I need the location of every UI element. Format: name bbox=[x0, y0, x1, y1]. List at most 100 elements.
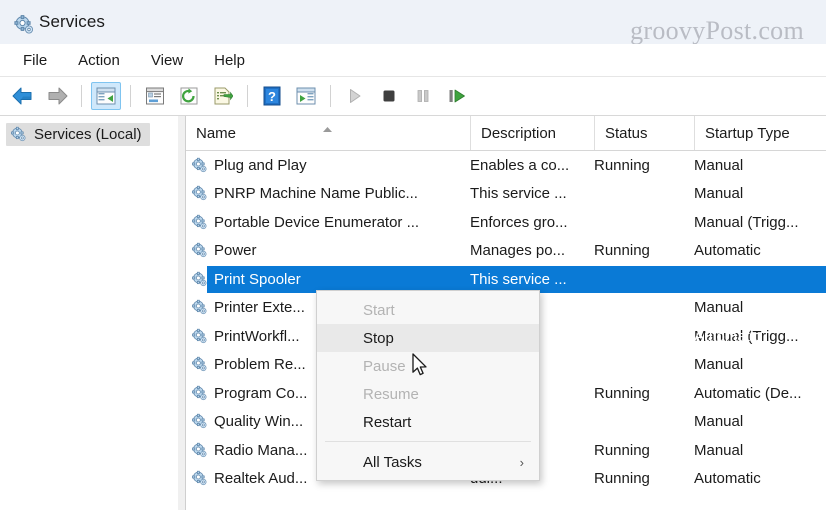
row-name-cell: PNRP Machine Name Public... bbox=[186, 180, 418, 209]
service-startup-type: Automatic bbox=[694, 470, 761, 488]
service-startup-type: Manual bbox=[694, 413, 744, 431]
service-startup-type: Manual bbox=[694, 185, 744, 203]
back-icon[interactable] bbox=[8, 82, 38, 110]
service-gear-icon bbox=[191, 470, 208, 487]
service-name: Printer Exte... bbox=[214, 299, 305, 317]
pause-service-icon[interactable] bbox=[408, 82, 438, 110]
service-name: PrintWorkfl... bbox=[214, 327, 300, 345]
menu-file[interactable]: File bbox=[10, 48, 60, 73]
service-startup-type: Manual bbox=[694, 156, 744, 174]
title-bar: Services groovyPost.com bbox=[0, 0, 826, 45]
restart-service-icon[interactable] bbox=[442, 82, 472, 110]
row-name-cell: Realtek Aud... bbox=[186, 465, 307, 494]
service-gear-icon bbox=[191, 157, 208, 174]
refresh-icon[interactable] bbox=[174, 82, 204, 110]
service-status: Running bbox=[594, 441, 650, 459]
service-status: Running bbox=[594, 470, 650, 488]
services-gear-icon bbox=[10, 126, 27, 143]
chevron-right-icon: › bbox=[519, 454, 524, 470]
toolbar: ? bbox=[0, 77, 826, 116]
context-menu-item-restart[interactable]: Restart bbox=[317, 408, 539, 436]
export-list-icon[interactable] bbox=[208, 82, 238, 110]
properties-icon[interactable] bbox=[140, 82, 170, 110]
context-menu-separator bbox=[325, 441, 531, 442]
menu-bar: File Action View Help bbox=[0, 44, 826, 77]
menu-action[interactable]: Action bbox=[65, 48, 133, 73]
forward-icon[interactable] bbox=[42, 82, 72, 110]
context-menu-item-pause: Pause bbox=[317, 352, 539, 380]
service-startup-type: Manual (Trigg... bbox=[694, 213, 799, 231]
table-row[interactable]: PNRP Machine Name Public... This service … bbox=[186, 180, 826, 209]
service-name: Print Spooler bbox=[214, 270, 301, 288]
service-gear-icon bbox=[191, 328, 208, 345]
context-menu-item-label: Pause bbox=[363, 357, 406, 375]
service-gear-icon bbox=[191, 185, 208, 202]
table-row[interactable]: Portable Device Enumerator ... Enforces g… bbox=[186, 208, 826, 237]
tree-item-services-local[interactable]: Services (Local) bbox=[6, 123, 150, 146]
stop-service-icon[interactable] bbox=[374, 82, 404, 110]
service-name: PNRP Machine Name Public... bbox=[214, 185, 418, 203]
table-row[interactable]: Power Manages po... Running Automatic bbox=[186, 237, 826, 266]
service-description: This service ... bbox=[470, 185, 567, 203]
column-header-startup-type[interactable]: Startup Type bbox=[694, 116, 826, 150]
pane-splitter[interactable] bbox=[178, 116, 186, 510]
row-name-cell: Quality Win... bbox=[186, 408, 303, 437]
context-menu-item-resume: Resume bbox=[317, 380, 539, 408]
column-header-status[interactable]: Status bbox=[594, 116, 694, 150]
watermark: groovyPost.com bbox=[630, 16, 804, 45]
context-menu-item-label: Start bbox=[363, 301, 395, 319]
service-gear-icon bbox=[191, 214, 208, 231]
service-name: Problem Re... bbox=[214, 356, 306, 374]
row-name-cell: Radio Mana... bbox=[186, 436, 307, 465]
context-menu-item-label: All Tasks bbox=[363, 453, 422, 471]
toolbar-separator-2 bbox=[130, 85, 131, 107]
service-gear-icon bbox=[191, 413, 208, 430]
service-startup-type: Manual bbox=[694, 356, 744, 374]
toolbar-separator-4 bbox=[330, 85, 331, 107]
context-menu-item-label: Restart bbox=[363, 413, 412, 431]
tree-item-label: Services (Local) bbox=[34, 126, 142, 143]
service-description: Manages po... bbox=[470, 242, 566, 260]
service-status: Running bbox=[594, 299, 650, 317]
context-menu-item-label: Stop bbox=[363, 329, 394, 347]
service-startup-type: Manual bbox=[694, 441, 744, 459]
toolbar-separator-3 bbox=[247, 85, 248, 107]
row-name-cell: Problem Re... bbox=[186, 351, 306, 380]
window-title: Services bbox=[39, 12, 105, 31]
service-status: Running bbox=[594, 384, 650, 402]
column-header-description[interactable]: Description bbox=[470, 116, 594, 150]
service-startup-type: Automatic bbox=[694, 242, 761, 260]
menu-help[interactable]: Help bbox=[201, 48, 258, 73]
service-gear-icon bbox=[191, 385, 208, 402]
list-column-header: Name Description Status Startup Type bbox=[186, 116, 826, 151]
row-name-cell: Plug and Play bbox=[186, 151, 307, 180]
help-icon[interactable]: ? bbox=[257, 82, 287, 110]
service-status: Running bbox=[594, 156, 650, 174]
service-name: Power bbox=[214, 242, 257, 260]
service-gear-icon bbox=[191, 242, 208, 259]
service-name: Portable Device Enumerator ... bbox=[214, 213, 420, 231]
service-status: Running bbox=[594, 242, 650, 260]
row-name-cell: Program Co... bbox=[186, 379, 307, 408]
services-window: Services groovyPost.com File Action View… bbox=[0, 0, 826, 510]
row-name-cell: Power bbox=[186, 237, 257, 266]
start-service-icon[interactable] bbox=[340, 82, 370, 110]
service-gear-icon bbox=[191, 271, 208, 288]
show-hide-tree-icon[interactable] bbox=[91, 82, 121, 110]
context-menu-item-stop[interactable]: Stop bbox=[317, 324, 539, 352]
table-row[interactable]: Plug and Play Enables a co... Running Manua… bbox=[186, 151, 826, 180]
toolbar-separator-1 bbox=[81, 85, 82, 107]
console-tree-pane: Services (Local) bbox=[0, 116, 179, 510]
services-gear-icon bbox=[13, 14, 33, 33]
context-menu-item-label: Resume bbox=[363, 385, 419, 403]
sort-ascending-icon bbox=[322, 120, 333, 132]
service-name: Quality Win... bbox=[214, 413, 304, 431]
row-name-cell: PrintWorkfl... bbox=[186, 322, 300, 351]
row-name-cell: Printer Exte... bbox=[186, 294, 305, 323]
context-menu-item-all-tasks[interactable]: All Tasks › bbox=[317, 448, 539, 476]
menu-view[interactable]: View bbox=[138, 48, 196, 73]
row-name-cell: Print Spooler bbox=[186, 265, 301, 294]
show-action-pane-icon[interactable] bbox=[291, 82, 321, 110]
row-name-cell: Portable Device Enumerator ... bbox=[186, 208, 419, 237]
service-gear-icon bbox=[191, 299, 208, 316]
